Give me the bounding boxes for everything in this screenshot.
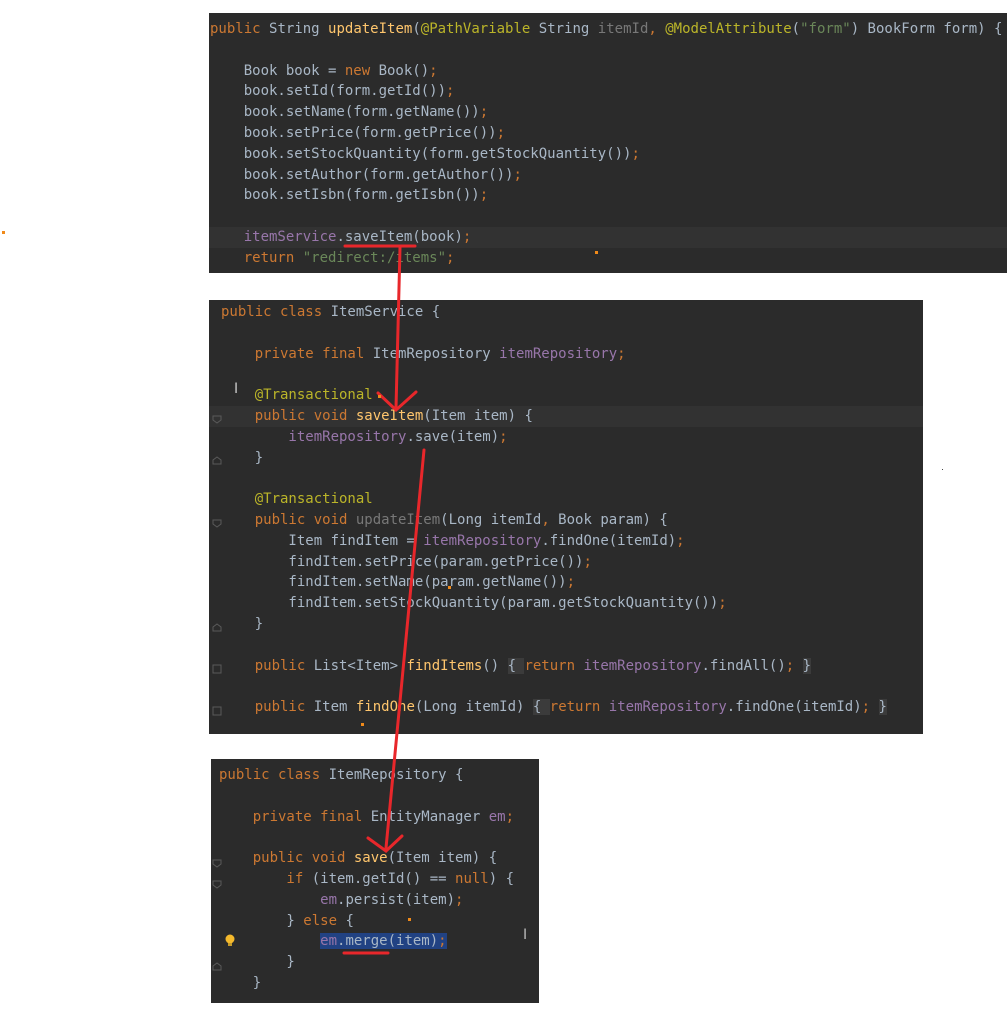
marker-dot xyxy=(408,918,411,921)
marker-dot xyxy=(942,469,943,470)
marker-dot xyxy=(361,723,364,726)
arrow-controller-to-service xyxy=(343,244,418,413)
annotation-overlay xyxy=(2,231,943,955)
marker-dot xyxy=(378,395,381,398)
marker-dot xyxy=(595,251,598,254)
text-cursor-icon: I xyxy=(234,381,239,397)
marker-dot xyxy=(2,231,5,234)
arrow-service-to-repository xyxy=(366,448,426,853)
text-cursor-icon: I xyxy=(523,927,528,943)
marker-dot xyxy=(448,586,451,589)
